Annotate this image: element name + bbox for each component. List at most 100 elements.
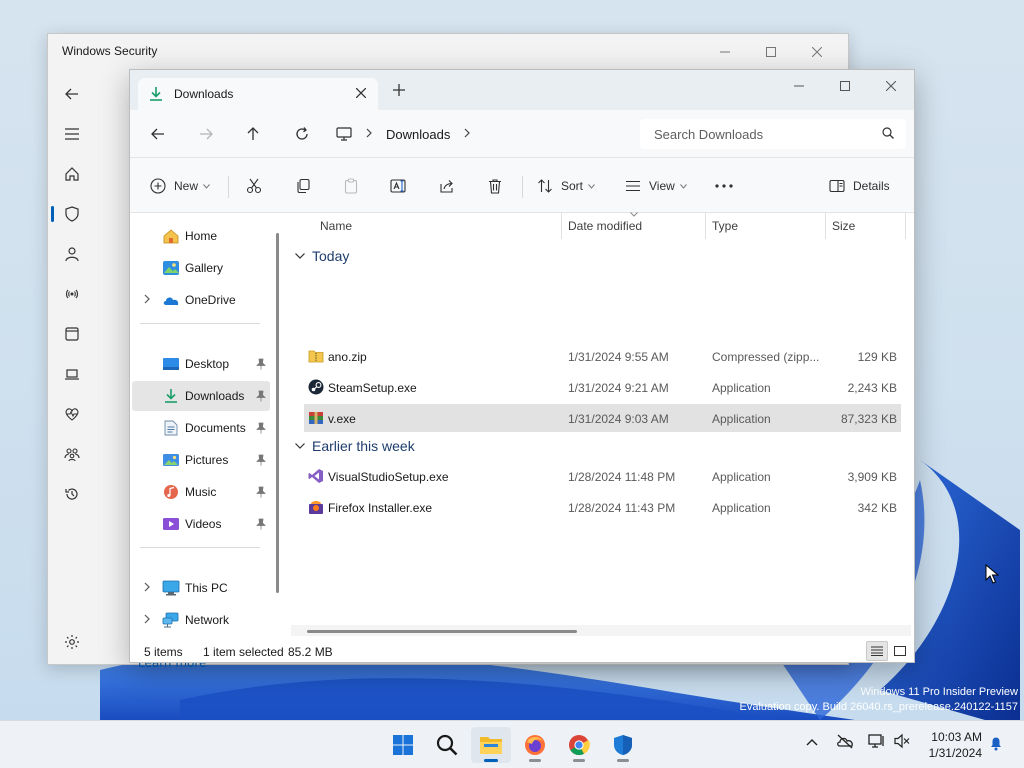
maximize-button[interactable] <box>748 38 794 66</box>
system-clock[interactable]: 10:03 AM 1/31/2024 <box>929 729 982 761</box>
navigation-pane: Home Gallery OneDrive Desktop Downloads … <box>130 213 286 636</box>
new-button[interactable]: New <box>150 171 210 201</box>
rail-account[interactable] <box>48 234 96 274</box>
taskbar-windows-security[interactable] <box>603 727 643 763</box>
taskbar-search-button[interactable] <box>427 727 467 763</box>
pin-icon[interactable] <box>256 358 266 373</box>
column-separator[interactable] <box>905 213 906 239</box>
close-button[interactable] <box>868 70 914 102</box>
column-separator[interactable] <box>561 213 562 239</box>
search-box[interactable] <box>640 119 906 149</box>
breadcrumb[interactable]: Downloads <box>336 118 626 150</box>
search-input[interactable] <box>654 126 864 142</box>
firefox-installer-icon <box>308 499 324 515</box>
pin-icon[interactable] <box>256 454 266 469</box>
refresh-button[interactable] <box>290 122 314 146</box>
family-icon <box>64 448 80 462</box>
breadcrumb-chevron-icon[interactable] <box>464 127 471 141</box>
tiles-view-button[interactable] <box>889 641 911 661</box>
start-button[interactable] <box>383 727 423 763</box>
rail-device-health[interactable] <box>48 394 96 434</box>
file-row[interactable]: SteamSetup.exe 1/31/2024 9:21 AM Applica… <box>304 373 901 401</box>
taskbar-firefox[interactable] <box>515 727 555 763</box>
column-header-type[interactable]: Type <box>712 213 738 239</box>
new-tab-button[interactable] <box>392 83 406 100</box>
nav-item-downloads[interactable]: Downloads <box>132 381 270 411</box>
tab-downloads[interactable]: Downloads <box>138 78 378 110</box>
see-more-button[interactable] <box>715 171 733 201</box>
sort-button[interactable]: Sort <box>537 171 595 201</box>
rename-button[interactable] <box>390 171 408 201</box>
pin-icon[interactable] <box>256 390 266 405</box>
downloads-icon <box>162 388 180 404</box>
nav-item-onedrive[interactable]: OneDrive <box>132 285 270 315</box>
nav-item-home[interactable]: Home <box>132 221 270 251</box>
details-pane-button[interactable]: Details <box>829 171 890 201</box>
details-view-button[interactable] <box>866 641 888 661</box>
column-separator[interactable] <box>825 213 826 239</box>
taskbar-file-explorer[interactable] <box>471 727 511 763</box>
file-row[interactable]: VisualStudioSetup.exe 1/28/2024 11:48 PM… <box>304 462 901 490</box>
cut-button[interactable] <box>246 171 262 201</box>
tiles-view-icon <box>894 646 906 656</box>
share-button[interactable] <box>439 171 455 201</box>
nav-item-gallery[interactable]: Gallery <box>132 253 270 283</box>
nav-pane-scrollbar[interactable] <box>276 233 279 593</box>
rail-device-security[interactable] <box>48 354 96 394</box>
expand-chevron-icon[interactable] <box>144 614 150 627</box>
horizontal-scrollbar-thumb[interactable] <box>307 630 577 633</box>
rail-home[interactable] <box>48 154 96 194</box>
toolbar-divider <box>522 176 523 198</box>
breadcrumb-location[interactable]: Downloads <box>386 127 450 142</box>
nav-item-network[interactable]: Network <box>132 605 270 635</box>
forward-button[interactable] <box>194 122 218 146</box>
pin-icon[interactable] <box>256 486 266 501</box>
pin-icon[interactable] <box>256 518 266 533</box>
delete-button[interactable] <box>487 171 503 201</box>
back-button[interactable] <box>146 122 170 146</box>
up-button[interactable] <box>241 122 265 146</box>
back-button[interactable] <box>48 74 96 114</box>
rail-history[interactable] <box>48 474 96 514</box>
nav-item-videos[interactable]: Videos <box>132 509 270 539</box>
minimize-button[interactable] <box>776 70 822 102</box>
notifications-button[interactable] <box>989 735 1003 754</box>
rail-firewall[interactable] <box>48 274 96 314</box>
expand-chevron-icon[interactable] <box>144 582 150 595</box>
nav-item-this-pc[interactable]: This PC <box>132 573 270 603</box>
nav-item-pictures[interactable]: Pictures <box>132 445 270 475</box>
breadcrumb-chevron-icon[interactable] <box>366 127 372 141</box>
column-separator[interactable] <box>705 213 706 239</box>
file-row[interactable]: ano.zip 1/31/2024 9:55 AM Compressed (zi… <box>304 342 901 370</box>
nav-item-music[interactable]: Music <box>132 477 270 507</box>
nav-item-desktop[interactable]: Desktop <box>132 349 270 379</box>
expand-chevron-icon[interactable] <box>144 294 150 307</box>
group-header-earlier-this-week[interactable]: Earlier this week <box>295 434 415 458</box>
menu-button[interactable] <box>48 114 96 154</box>
copy-button[interactable] <box>295 171 311 201</box>
rail-virus-protection[interactable] <box>48 194 96 234</box>
tray-network[interactable] <box>868 733 886 752</box>
pin-icon[interactable] <box>256 422 266 437</box>
file-row[interactable]: Firefox Installer.exe 1/28/2024 11:43 PM… <box>304 493 901 521</box>
tab-close-button[interactable] <box>355 86 367 102</box>
column-header-date-modified[interactable]: Date modified <box>568 213 642 239</box>
rail-family[interactable] <box>48 434 96 474</box>
nav-item-label: Gallery <box>185 261 224 275</box>
column-header-name[interactable]: Name <box>320 213 352 239</box>
group-header-today[interactable]: Today <box>295 244 349 268</box>
view-button[interactable]: View <box>625 171 687 201</box>
maximize-button[interactable] <box>822 70 868 102</box>
rail-app-browser[interactable] <box>48 314 96 354</box>
show-hidden-icons-button[interactable] <box>806 735 818 749</box>
paste-button[interactable] <box>343 171 359 201</box>
nav-item-documents[interactable]: Documents <box>132 413 270 443</box>
taskbar-chrome[interactable] <box>559 727 599 763</box>
file-row-selected[interactable]: v.exe 1/31/2024 9:03 AM Application 87,3… <box>304 404 901 432</box>
tray-onedrive[interactable] <box>836 733 854 752</box>
column-header-size[interactable]: Size <box>832 213 855 239</box>
rail-settings[interactable] <box>48 622 96 662</box>
minimize-button[interactable] <box>702 38 748 66</box>
close-button[interactable] <box>794 38 840 66</box>
tray-volume[interactable] <box>894 733 910 752</box>
